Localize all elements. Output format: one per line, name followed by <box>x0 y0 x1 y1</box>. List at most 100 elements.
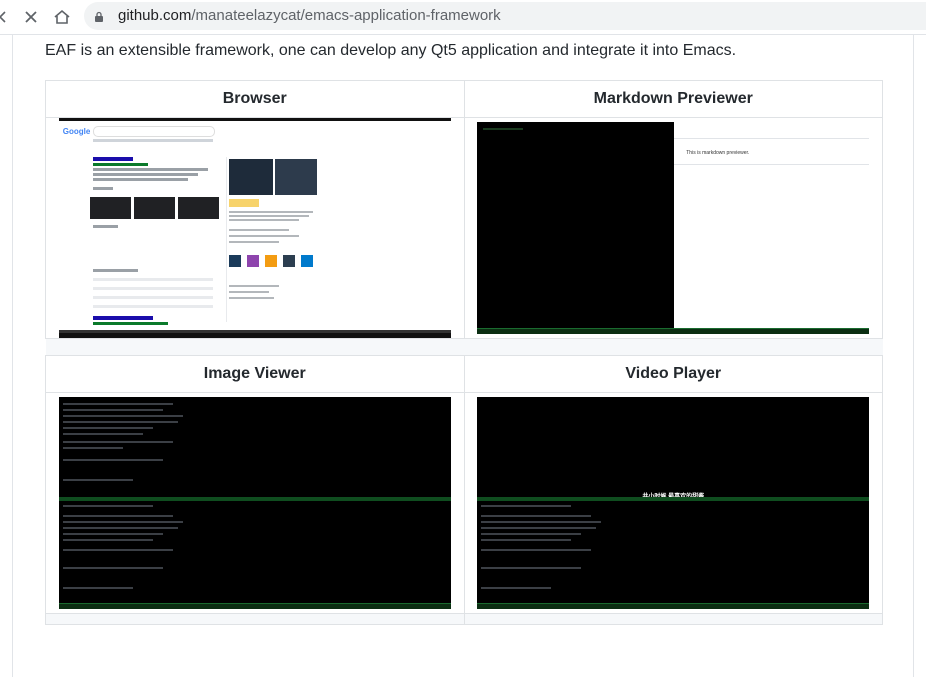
url-text: github.com/manateelazycat/emacs-applicat… <box>118 7 501 24</box>
result-title-bar <box>92 316 153 320</box>
preview-text: This is markdown previewer. <box>686 150 750 156</box>
result-url-bar <box>92 163 148 166</box>
emacs-mode-line <box>58 330 451 333</box>
code-line <box>62 539 153 541</box>
knowledge-image <box>274 159 317 195</box>
google-logo: Google <box>62 127 91 136</box>
video-thumbnail <box>89 197 131 219</box>
code-line <box>481 533 582 535</box>
cell-title-image-viewer: Image Viewer <box>45 355 465 393</box>
knowledge-text-bar <box>228 235 299 237</box>
search-box-image <box>92 126 215 137</box>
code-line <box>62 415 183 417</box>
video-player-screenshot[interactable]: 井小时候 最喜欢的甜酱 <box>477 397 870 609</box>
knowledge-text-bar <box>228 297 274 299</box>
code-line <box>62 409 163 411</box>
cell-browser: Google <box>45 117 465 339</box>
code-line <box>62 447 123 449</box>
knowledge-text-bar <box>228 219 299 221</box>
code-line <box>62 459 163 461</box>
table-spacer <box>45 338 464 356</box>
video-thumbnail <box>133 197 175 219</box>
app-icon <box>264 255 277 267</box>
result-text-bar <box>92 178 188 181</box>
home-icon[interactable] <box>51 0 73 34</box>
knowledge-text-bar <box>228 291 269 293</box>
intro-text: EAF is an extensible framework, one can … <box>45 42 737 59</box>
search-tabs-image <box>92 139 213 142</box>
code-line <box>62 427 153 429</box>
knowledge-text-bar <box>228 215 309 217</box>
video-thumbnail <box>177 197 219 219</box>
emacs-mode-line <box>477 603 870 609</box>
app-icon <box>300 255 313 267</box>
code-line <box>62 533 163 535</box>
knowledge-text-bar <box>228 285 279 287</box>
lock-icon <box>94 10 104 28</box>
code-line <box>62 403 173 405</box>
back-icon[interactable] <box>0 0 10 34</box>
code-line <box>62 479 133 481</box>
code-line <box>481 587 552 589</box>
browser-toolbar: github.com/manateelazycat/emacs-applicat… <box>0 0 926 35</box>
code-line <box>62 421 178 423</box>
code-line <box>481 521 602 523</box>
app-icon <box>282 255 295 267</box>
knowledge-image <box>228 159 273 195</box>
code-line <box>62 549 173 551</box>
result-text-bar <box>92 173 198 176</box>
knowledge-text-bar <box>228 211 313 213</box>
knowledge-text-bar <box>228 241 279 243</box>
knowledge-text-bar <box>228 229 289 231</box>
address-bar[interactable]: github.com/manateelazycat/emacs-applicat… <box>84 2 926 30</box>
markdown-previewer-screenshot[interactable]: This is markdown previewer. <box>477 122 870 334</box>
result-text-bar <box>92 225 118 228</box>
app-icon <box>246 255 259 267</box>
cell-video-player: 井小时候 最喜欢的甜酱 <box>463 392 883 614</box>
image-viewer-screenshot[interactable] <box>58 397 451 609</box>
table-footer-cell <box>45 613 465 625</box>
browser-screenshot[interactable]: Google <box>58 118 451 338</box>
window-divider <box>477 497 870 501</box>
content-border-right <box>913 34 914 677</box>
code-line <box>62 521 183 523</box>
result-text-bar <box>92 168 208 171</box>
editor-text-bar <box>483 128 524 130</box>
close-icon[interactable] <box>20 0 42 34</box>
cell-image-viewer <box>45 392 465 614</box>
code-line <box>62 505 153 507</box>
code-line <box>481 515 592 517</box>
screenshot-gallery-table: Browser Markdown Previewer Google This i… <box>45 80 883 625</box>
result-text-bar <box>92 269 138 272</box>
faq-row-bar <box>92 296 213 299</box>
preview-header-line <box>674 138 870 139</box>
window-divider <box>58 497 451 501</box>
cell-markdown-previewer: This is markdown previewer. <box>463 117 883 339</box>
emacs-mode-line <box>58 603 451 609</box>
knowledge-title <box>228 199 259 207</box>
app-icon <box>228 255 241 267</box>
result-title-bar <box>92 157 133 161</box>
code-line <box>62 527 178 529</box>
cell-title-video-player: Video Player <box>463 355 883 393</box>
cell-title-markdown-previewer: Markdown Previewer <box>463 80 883 118</box>
code-line <box>62 441 173 443</box>
faq-row-bar <box>92 287 213 290</box>
code-line <box>481 539 572 541</box>
code-line <box>62 567 163 569</box>
result-url-bar <box>92 322 168 325</box>
knowledge-panel <box>225 157 319 322</box>
faq-row-bar <box>92 305 213 308</box>
code-line <box>481 527 597 529</box>
content-border-left <box>12 34 13 677</box>
section-label-bar <box>92 187 113 190</box>
markdown-preview-pane: This is markdown previewer. <box>674 122 870 330</box>
code-line <box>62 587 133 589</box>
code-line <box>481 505 572 507</box>
preview-divider <box>674 164 870 165</box>
code-line <box>481 567 582 569</box>
code-line <box>481 549 592 551</box>
code-line <box>62 433 143 435</box>
table-spacer <box>464 338 883 356</box>
faq-row-bar <box>92 278 213 281</box>
